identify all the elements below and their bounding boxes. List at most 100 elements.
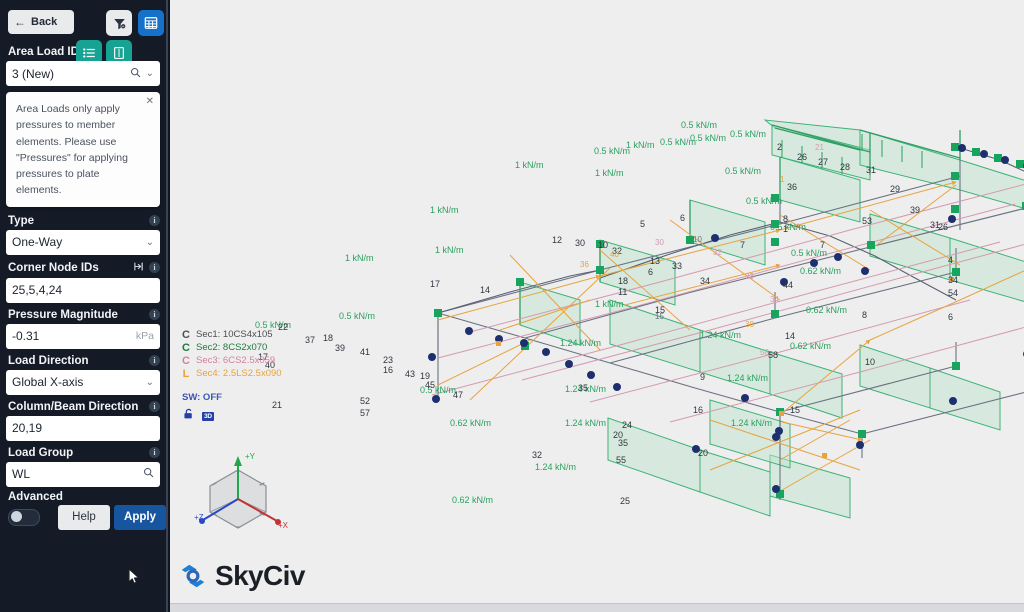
node-id-label: 8 <box>783 214 789 224</box>
chevron-down-icon[interactable]: ⌄ <box>146 377 154 388</box>
axis-orientation-gizmo[interactable]: +Y +X +Z <box>190 442 290 542</box>
legend-row: C Sec2: 8CS2x070 <box>182 341 308 354</box>
node-id-label: 20 <box>613 430 624 440</box>
load-value-label: 1.24 kN/m <box>535 462 577 472</box>
legend-row: L Sec4: 2.5LS2.5x090 <box>182 367 308 380</box>
corner-node-ids-input[interactable]: 25,5,4,24 <box>6 277 160 303</box>
node-id-label: 36 <box>787 182 798 192</box>
section-shape-icon: C <box>182 341 190 354</box>
close-icon[interactable]: ✕ <box>146 96 154 107</box>
node-id-label: 53 <box>862 216 873 226</box>
panel-toolbar: ← Back <box>6 0 164 66</box>
view-mode-3d-badge[interactable]: 3D <box>202 411 214 421</box>
node-id-label: 45 <box>425 380 436 390</box>
info-icon[interactable]: i <box>149 215 160 227</box>
gizmo-x-label: +X <box>278 521 289 530</box>
skyciv-logo: SkyCiv <box>178 560 305 592</box>
column-beam-direction-label: Column/Beam Direction i <box>8 401 160 413</box>
node-id-label: 18 <box>618 276 629 286</box>
node-id-label: 12 <box>552 235 563 245</box>
viewport-footer-bar <box>170 603 1024 612</box>
legend-label: Sec1: 10CS4x105 <box>196 329 273 340</box>
load-value-label: 0.5 kN/m <box>725 166 762 176</box>
skyciv-logo-text: SkyCiv <box>215 560 305 591</box>
left-panel: ← Back Area Load ID 3 (New) ⌄ ✕ Area Loa… <box>0 0 168 612</box>
node-id-label: 34 <box>948 275 959 285</box>
node-id-label: 52 <box>360 396 371 406</box>
filter-icon[interactable] <box>106 10 132 36</box>
type-label-text: Type <box>8 214 34 227</box>
load-group-input[interactable]: WL <box>6 461 160 487</box>
info-icon[interactable]: i <box>149 401 160 413</box>
node-id-label: 2 <box>777 142 783 152</box>
member-id-label: 15 <box>655 312 664 321</box>
pressure-magnitude-label: Pressure Magnitude i <box>8 309 160 321</box>
node-id-label: 16 <box>383 365 394 375</box>
table-grid-icon[interactable] <box>138 10 164 36</box>
back-button-label: Back <box>31 16 58 28</box>
node-id-label: 6 <box>648 267 654 277</box>
load-group-label-text: Load Group <box>8 446 74 459</box>
member-id-label: 32 <box>713 248 722 257</box>
load-value-label: 0.5 kN/m <box>746 196 783 206</box>
chevron-down-icon[interactable]: ⌄ <box>146 237 154 248</box>
section-legend: C Sec1: 10CS4x105 C Sec2: 8CS2x070 C Sec3: 6C… <box>182 328 308 425</box>
gizmo-z-label: +Z <box>194 513 204 522</box>
apply-button[interactable]: Apply <box>114 504 166 530</box>
area-load-id-text: Area Load ID <box>8 46 79 58</box>
model-viewport[interactable]: 0.5 kN/m 1 kN/m 0.5 kN/m 0.5 kN/m 0.5 kN/m 0.… <box>170 0 1024 612</box>
member-id-label: 38 <box>745 320 754 329</box>
advanced-row: Advanced Help Apply <box>6 491 166 537</box>
search-icon[interactable] <box>130 65 141 83</box>
chevron-down-icon[interactable]: ⌄ <box>146 68 154 79</box>
type-value: One-Way <box>12 235 63 250</box>
column-beam-direction-value: 20,19 <box>12 421 43 436</box>
member-id-label: 40 <box>610 250 619 259</box>
load-value-label: 1.24 kN/m <box>565 418 607 428</box>
load-value-label: 1 kN/m <box>626 140 655 150</box>
help-button[interactable]: Help <box>58 504 110 530</box>
load-value-label: 1 kN/m <box>595 299 624 309</box>
load-value-label: 0.5 kN/m <box>681 120 718 130</box>
area-load-id-select[interactable]: 3 (New) ⌄ <box>6 61 160 86</box>
pressure-magnitude-label-text: Pressure Magnitude <box>8 308 118 321</box>
member-id-label: 36 <box>580 260 589 269</box>
corner-node-ids-value: 25,5,4,24 <box>12 283 63 298</box>
legend-row: C Sec1: 10CS4x105 <box>182 328 308 341</box>
info-icon[interactable]: i <box>149 309 160 321</box>
advanced-toggle[interactable] <box>8 508 40 526</box>
section-shape-icon: C <box>182 328 190 341</box>
type-select[interactable]: One-Way ⌄ <box>6 229 160 255</box>
back-button[interactable]: ← Back <box>8 10 74 34</box>
node-id-label: 14 <box>480 285 491 295</box>
pressure-magnitude-input[interactable]: -0.31 kPa <box>6 323 160 349</box>
load-direction-select[interactable]: Global X-axis ⌄ <box>6 369 160 395</box>
node-id-label: 39 <box>910 205 921 215</box>
column-beam-direction-input[interactable]: 20,19 <box>6 415 160 441</box>
node-id-label: 34 <box>700 276 711 286</box>
load-value-label: 0.62 kN/m <box>450 418 492 428</box>
node-id-label: 1 <box>783 224 789 234</box>
info-icon[interactable]: i <box>149 262 160 274</box>
member-id-label: 34 <box>770 295 779 304</box>
unlock-icon[interactable] <box>182 407 195 425</box>
node-id-label: 9 <box>700 372 706 382</box>
node-id-label: 10 <box>598 240 609 250</box>
corner-node-ids-label: Corner Node IDs i <box>8 261 160 275</box>
node-id-label: 27 <box>818 157 829 167</box>
node-id-label: 14 <box>785 331 796 341</box>
search-icon[interactable] <box>143 465 154 483</box>
load-value-label: 1 kN/m <box>430 205 459 215</box>
info-icon[interactable]: i <box>149 447 160 459</box>
node-id-label: 41 <box>360 347 371 357</box>
legend-label: Sec4: 2.5LS2.5x090 <box>196 368 282 379</box>
node-id-label: 6 <box>948 312 954 322</box>
node-id-label: 57 <box>360 408 371 418</box>
info-tooltip-card: ✕ Area Loads only apply pressures to mem… <box>6 92 160 207</box>
member-id-label: 58 <box>760 348 769 357</box>
info-tooltip-text: Area Loads only apply pressures to membe… <box>16 103 128 197</box>
node-id-label: 35 <box>578 383 589 393</box>
info-icon[interactable]: i <box>149 355 160 367</box>
node-id-label: 8 <box>862 310 868 320</box>
pick-from-model-icon[interactable] <box>133 261 145 275</box>
